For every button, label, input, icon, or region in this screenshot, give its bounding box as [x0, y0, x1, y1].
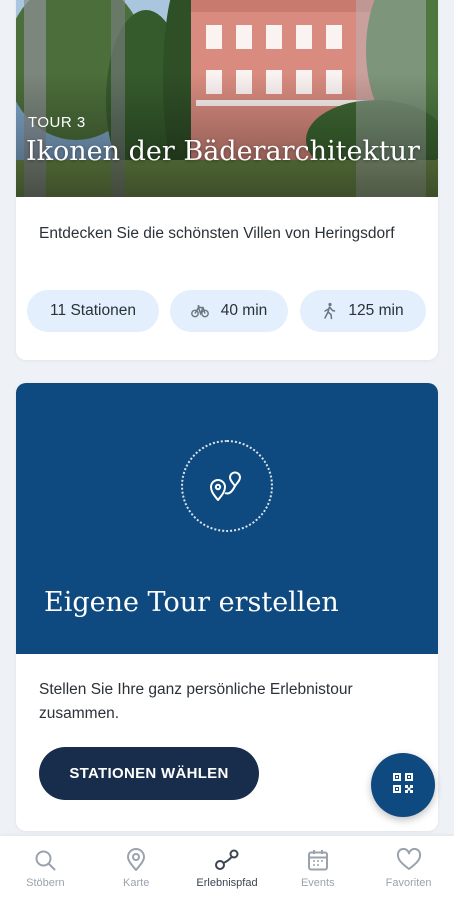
walking-icon	[322, 302, 336, 320]
tour-card[interactable]: TOUR 3 Ikonen der Bäderarchitektur Entde…	[16, 0, 438, 360]
nav-item-erlebnispfad[interactable]: Erlebnispfad	[182, 836, 273, 900]
create-tour-title: Eigene Tour erstellen	[44, 587, 339, 618]
calendar-icon	[306, 847, 330, 873]
route-icon	[214, 847, 240, 873]
create-tour-card[interactable]: Eigene Tour erstellen Stellen Sie Ihre g…	[16, 383, 438, 831]
nav-label: Favoriten	[385, 877, 432, 889]
map-pin-icon	[125, 847, 147, 873]
bike-duration-chip: 40 min	[170, 290, 288, 332]
tour-title: Ikonen der Bäderarchitektur	[26, 136, 420, 167]
bicycle-icon	[190, 304, 209, 318]
tour-number: TOUR 3	[28, 114, 86, 131]
search-icon	[33, 847, 57, 873]
select-stations-button[interactable]: STATIONEN WÄHLEN	[39, 747, 259, 800]
bottom-navigation: Stöbern Karte Erlebnispfad Events Favori…	[0, 836, 454, 900]
tour-hero-image: TOUR 3 Ikonen der Bäderarchitektur	[16, 0, 438, 197]
stations-chip: 11 Stationen	[27, 290, 159, 332]
stations-count: 11 Stationen	[50, 302, 136, 319]
walk-duration: 125 min	[348, 302, 404, 319]
route-icon	[181, 440, 273, 532]
nav-item-favoriten[interactable]: Favoriten	[363, 836, 454, 900]
create-tour-banner: Eigene Tour erstellen	[16, 383, 438, 654]
nav-label: Events	[300, 877, 335, 889]
heart-icon	[396, 847, 422, 873]
nav-item-stoebern[interactable]: Stöbern	[0, 836, 91, 900]
walk-duration-chip: 125 min	[300, 290, 426, 332]
nav-item-karte[interactable]: Karte	[91, 836, 182, 900]
qr-scan-button[interactable]	[371, 753, 435, 817]
create-tour-description: Stellen Sie Ihre ganz persönliche Erlebn…	[39, 681, 353, 722]
nav-label: Karte	[123, 877, 150, 889]
nav-label: Stöbern	[26, 877, 65, 889]
tour-description: Entdecken Sie die schönsten Villen von H…	[39, 225, 395, 242]
nav-item-events[interactable]: Events	[272, 836, 363, 900]
qr-code-icon	[391, 771, 415, 800]
nav-label: Erlebnispfad	[196, 877, 258, 889]
bike-duration: 40 min	[220, 302, 268, 319]
